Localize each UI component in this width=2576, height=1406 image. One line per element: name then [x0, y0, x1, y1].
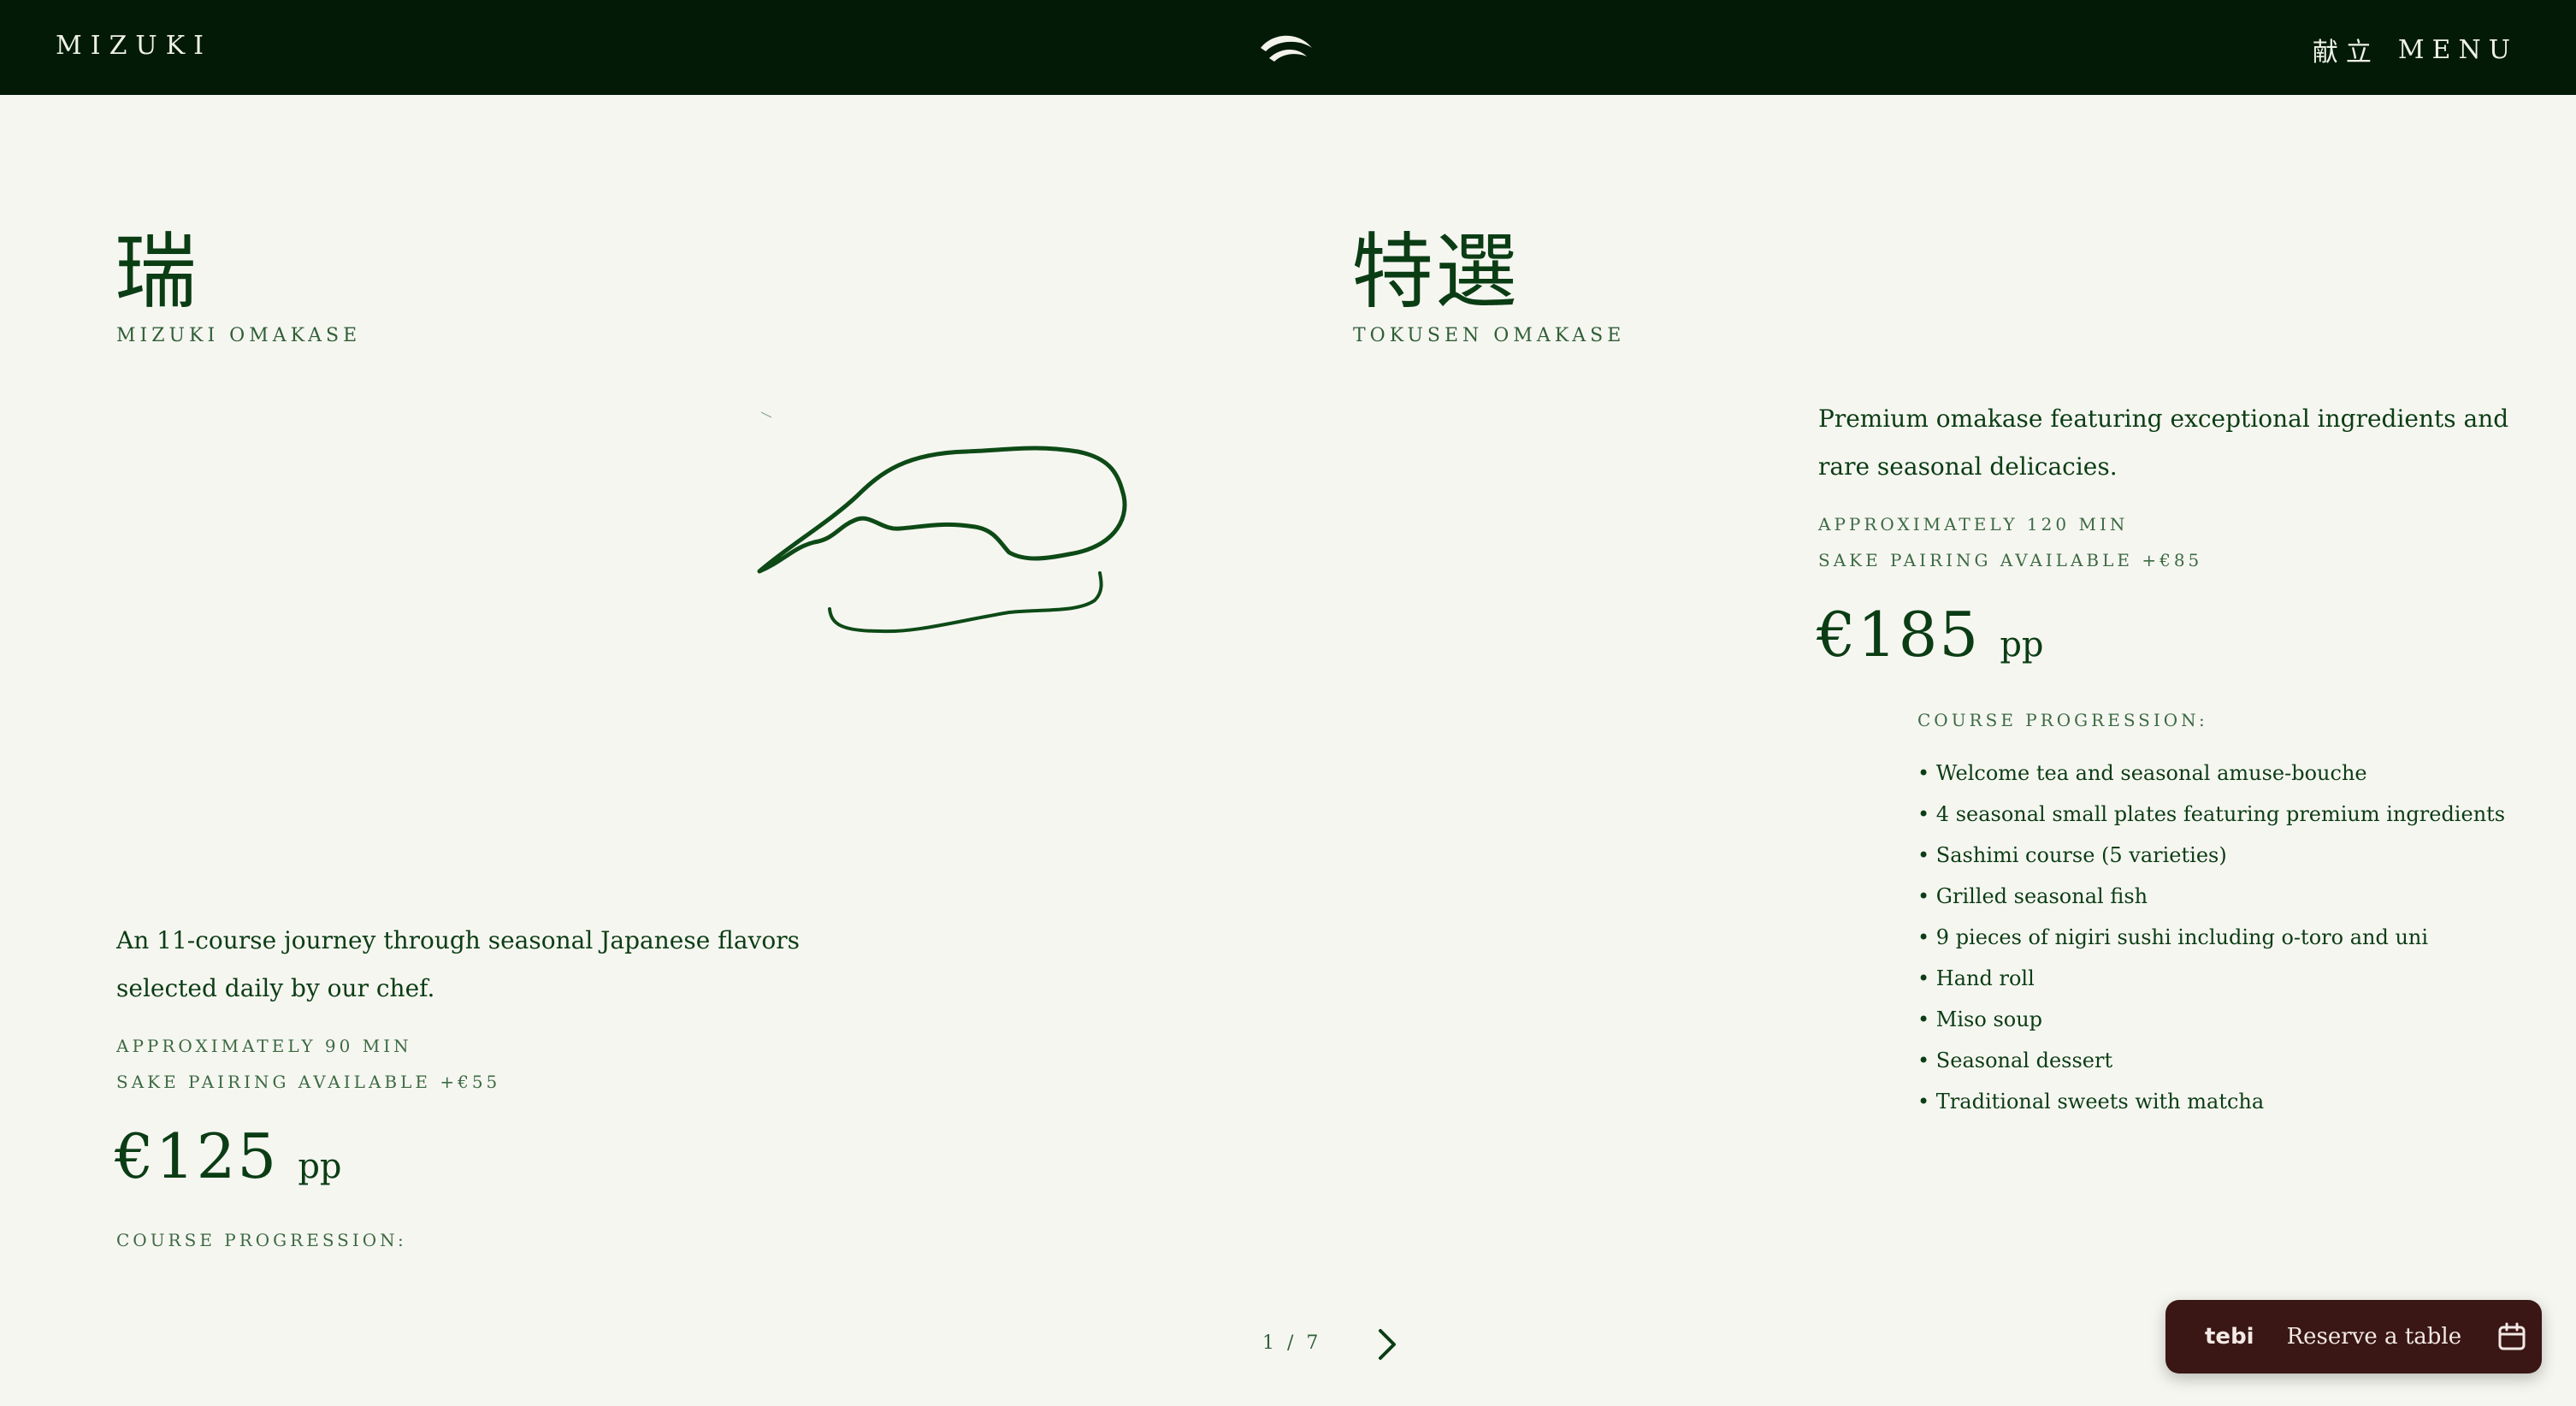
- description-line: rare seasonal delicacies.: [1818, 452, 2118, 481]
- list-item: Hand roll: [1917, 958, 2505, 999]
- course-subtitle: MIZUKI OMAKASE: [116, 325, 362, 346]
- course-progression-title: COURSE PROGRESSION:: [116, 1230, 407, 1250]
- sushi-sketch-icon: [757, 411, 1127, 634]
- wave-logo-icon[interactable]: [1257, 29, 1317, 67]
- sake-pairing-text: SAKE PAIRING AVAILABLE +€55: [116, 1072, 501, 1092]
- menu-label: MENU: [2397, 34, 2518, 65]
- description-line: selected daily by our chef.: [116, 974, 435, 1002]
- course-kanji: 瑞: [115, 224, 198, 320]
- sake-pairing-text: SAKE PAIRING AVAILABLE +€85: [1818, 550, 2203, 570]
- course-meta: APPROXIMATELY 120 MIN SAKE PAIRING AVAIL…: [1818, 506, 2202, 578]
- course-price: €125 pp: [115, 1120, 342, 1192]
- tebi-logo: tebi: [2205, 1324, 2254, 1350]
- description-line: An 11-course journey through seasonal Ja…: [116, 926, 800, 954]
- price-unit: pp: [298, 1147, 342, 1186]
- menu-link[interactable]: 献立 MENU: [2313, 31, 2518, 68]
- brand-name[interactable]: MIZUKI: [56, 31, 212, 61]
- course-price: €185 pp: [1817, 599, 2044, 671]
- list-item: Welcome tea and seasonal amuse-bouche: [1917, 753, 2505, 794]
- list-item: Grilled seasonal fish: [1917, 876, 2505, 917]
- list-item: Miso soup: [1917, 999, 2505, 1040]
- menu-page: MIZUKI 献立 MENU 瑞 MIZUKI OMAKASE An 11-co…: [0, 0, 2576, 1406]
- course-meta: APPROXIMATELY 90 MIN SAKE PAIRING AVAILA…: [116, 1028, 500, 1100]
- top-header: MIZUKI 献立 MENU: [0, 0, 2576, 95]
- course-description: An 11-course journey through seasonal Ja…: [116, 917, 800, 1013]
- menu-kanji: 献立: [2312, 38, 2379, 68]
- page-indicator: 1 / 7: [1262, 1332, 1322, 1354]
- duration-text: APPROXIMATELY 120 MIN: [1818, 514, 2129, 535]
- list-item: 4 seasonal small plates featuring premiu…: [1917, 794, 2505, 835]
- price-unit: pp: [2000, 625, 2044, 665]
- reserve-table-button[interactable]: tebi Reserve a table: [2165, 1300, 2542, 1374]
- price-amount: €185: [1817, 599, 1981, 671]
- list-item: Seasonal dessert: [1917, 1040, 2505, 1081]
- course-progression-list: Welcome tea and seasonal amuse-bouche 4 …: [1917, 753, 2505, 1122]
- reserve-label: Reserve a table: [2286, 1324, 2462, 1350]
- course-subtitle: TOKUSEN OMAKASE: [1353, 325, 1626, 346]
- list-item: 9 pieces of nigiri sushi including o-tor…: [1917, 917, 2505, 958]
- duration-text: APPROXIMATELY 90 MIN: [116, 1036, 412, 1056]
- description-line: Premium omakase featuring exceptional in…: [1818, 405, 2509, 433]
- price-amount: €125: [115, 1120, 279, 1192]
- list-item: Traditional sweets with matcha: [1917, 1081, 2505, 1122]
- course-progression-title: COURSE PROGRESSION:: [1917, 710, 2208, 730]
- chevron-right-icon[interactable]: [1372, 1326, 1403, 1363]
- course-kanji: 特選: [1351, 224, 1519, 320]
- course-description: Premium omakase featuring exceptional in…: [1818, 395, 2508, 491]
- calendar-icon: [2498, 1322, 2526, 1350]
- list-item: Sashimi course (5 varieties): [1917, 835, 2505, 876]
